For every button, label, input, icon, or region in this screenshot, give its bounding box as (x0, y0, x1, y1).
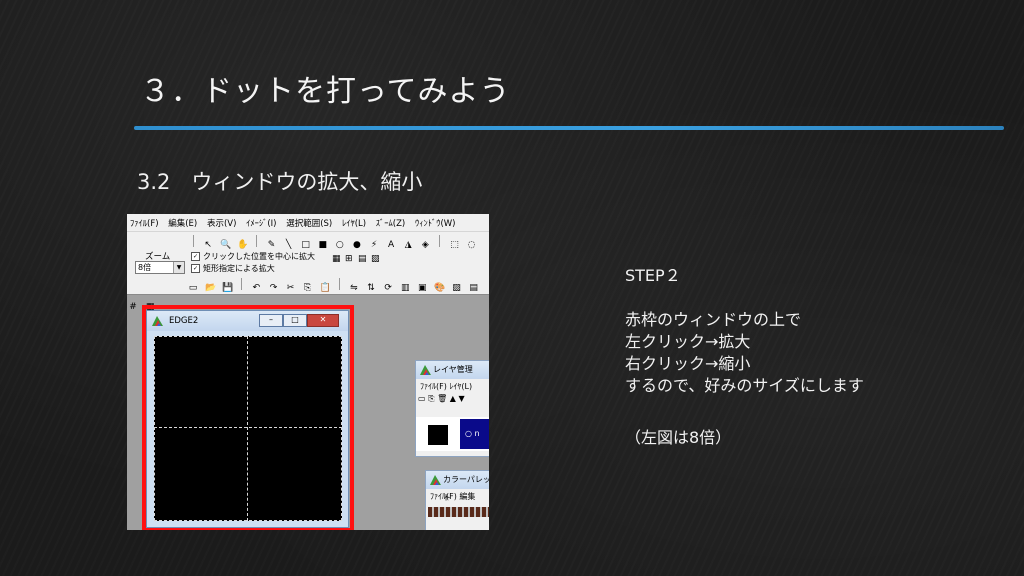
copy-icon[interactable]: ⎘ (303, 283, 313, 294)
check-zoom-center[interactable]: ✓ クリックした位置を中心に拡大 (191, 251, 315, 262)
open-folder-icon[interactable]: 📂 (205, 283, 216, 294)
flip-horizontal-icon[interactable]: ⇋ (349, 283, 359, 294)
palette-menu-edit[interactable]: 編集 (459, 492, 475, 501)
layers-icon[interactable]: ▤ (469, 283, 479, 294)
move-up-icon[interactable]: ▲ (450, 394, 456, 403)
move-down-icon[interactable]: ▼ (458, 394, 464, 403)
zoom-area-icon[interactable]: ▧ (371, 254, 380, 264)
canvas-grid-horizontal (154, 427, 342, 428)
toolbar-separator (439, 235, 441, 247)
slide-subtitle: 3.2 ウィンドウの拡大、縮小 (137, 170, 423, 194)
edge2-titlebar[interactable]: EDGE2 – □ ✕ (147, 311, 348, 331)
cut-icon[interactable]: ✂ (286, 283, 296, 294)
maximize-button[interactable]: □ (283, 314, 307, 327)
checkbox-checked-icon[interactable]: ✓ (191, 264, 200, 273)
redo-icon[interactable]: ↷ (268, 283, 278, 294)
check-zoom-center-label: クリックした位置を中心に拡大 (203, 252, 315, 261)
toolbar-separator (338, 278, 340, 290)
pixel-canvas[interactable] (154, 336, 342, 521)
standard-toolbar: ▭ 📂 💾 ↶ ↷ ✂ ⎘ 📋 ⇋ ⇅ ⟳ ▥ ▣ 🎨 ▨ ▤ # ▦ (127, 275, 489, 312)
canvas-grid-vertical (247, 336, 248, 521)
zoom-stack-icon[interactable]: ▤ (358, 254, 367, 264)
paste-icon[interactable]: 📋 (320, 283, 331, 294)
menu-zoom[interactable]: ｽﾞｰﾑ(Z) (373, 214, 409, 229)
check-zoom-rect-label: 矩形指定による拡大 (203, 264, 275, 273)
edge2-window-title: EDGE2 (169, 316, 199, 326)
new-layer-icon[interactable]: ▭ (418, 394, 426, 403)
copy-layer-icon[interactable]: ⎘ (428, 394, 434, 403)
menu-image[interactable]: ｲﾒｰｼﾞ(I) (243, 214, 280, 229)
new-file-icon[interactable]: ▭ (188, 283, 198, 294)
layer-window[interactable]: レイヤ管理 ﾌｧｲﾙ(F) ﾚｲﾔ(L) ▭ ⎘ 🗑 ▲ ▼ ○ n (415, 360, 489, 457)
zoom-note: （左図は8倍） (625, 428, 732, 447)
description-line: 右クリック→縮小 (625, 354, 751, 373)
grid-toggle-icon[interactable]: # (128, 302, 138, 313)
layer-list-item[interactable]: ○ n (416, 417, 489, 451)
description-line: 左クリック→拡大 (625, 332, 751, 351)
palette-titlebar[interactable]: カラーパレット (426, 471, 489, 502)
layer-toolbar: ▭ ⎘ 🗑 ▲ ▼ (416, 394, 489, 408)
menu-selection[interactable]: 選択範囲(S) (283, 214, 336, 229)
minimize-button[interactable]: – (259, 314, 283, 327)
color-palette-window[interactable]: カラーパレット ﾌｧｲﾙ(F) 編集 (425, 470, 489, 530)
image-icon[interactable]: ▣ (417, 283, 427, 294)
menu-view[interactable]: 表示(V) (204, 214, 240, 229)
edge-app-icon (430, 475, 441, 485)
palette-icon[interactable]: 🎨 (434, 283, 445, 294)
toolbar-separator (193, 235, 194, 247)
edge-app-icon (420, 365, 431, 375)
layer-item-label: ○ n (460, 419, 489, 449)
toolbar-separator (241, 278, 243, 290)
palette-menubar: ﾌｧｲﾙ(F) 編集 (426, 489, 489, 504)
rotate-icon[interactable]: ⟳ (383, 283, 393, 294)
save-icon[interactable]: 💾 (222, 283, 233, 294)
step-label: STEP２ (625, 266, 681, 285)
edge2-screenshot: ﾌｧｲﾙ(F) 編集(E) 表示(V) ｲﾒｰｼﾞ(I) 選択範囲(S) ﾚｲﾔ… (127, 214, 489, 530)
layer-menu-layer[interactable]: ﾚｲﾔ(L) (449, 382, 472, 391)
zoom-fit-icon[interactable]: ⊞ (345, 254, 353, 264)
menu-layer[interactable]: ﾚｲﾔ(L) (339, 214, 370, 229)
description-line: 赤枠のウィンドウの上で (625, 310, 802, 329)
close-button[interactable]: ✕ (307, 314, 339, 327)
chevron-down-icon[interactable]: ▼ (173, 262, 184, 273)
zoom-select[interactable]: 8倍 ▼ (135, 261, 185, 274)
layer-menu-file[interactable]: ﾌｧｲﾙ(F) (420, 382, 447, 391)
step-description: 赤枠のウィンドウの上で 左クリック→拡大 右クリック→縮小 するので、好みのサイ… (625, 309, 864, 397)
edge-app-icon (152, 316, 163, 326)
description-line: するので、好みのサイズにします (625, 376, 864, 395)
checkbox-checked-icon[interactable]: ✓ (191, 252, 200, 261)
menu-window[interactable]: ｳｨﾝﾄﾞｳ(W) (412, 214, 460, 229)
palette-swatches[interactable] (428, 507, 489, 517)
pattern-icon[interactable]: ▥ (400, 283, 410, 294)
layer-menubar: ﾌｧｲﾙ(F) ﾚｲﾔ(L) (416, 379, 489, 394)
title-underline (134, 126, 1004, 130)
app-menubar: ﾌｧｲﾙ(F) 編集(E) 表示(V) ｲﾒｰｼﾞ(I) 選択範囲(S) ﾚｲﾔ… (127, 214, 489, 231)
layer-titlebar[interactable]: レイヤ管理 (416, 361, 489, 379)
menu-edit[interactable]: 編集(E) (165, 214, 201, 229)
drawing-toolbar: ↖ 🔍 ✋ ✎ ╲ □ ■ ○ ● ⚡ A ◮ ◈ ⬚ ◌ ◯ ⬡ (127, 231, 489, 269)
slide-title: ３．ドットを打ってみよう (140, 74, 511, 109)
check-zoom-rect[interactable]: ✓ 矩形指定による拡大 (191, 263, 275, 274)
menu-file[interactable]: ﾌｧｲﾙ(F) (127, 214, 163, 229)
toolbar-separator (256, 235, 258, 247)
layer-thumbnail (428, 425, 448, 445)
delete-layer-icon[interactable]: 🗑 (437, 394, 447, 403)
layer-window-title: レイヤ管理 (433, 365, 473, 374)
undo-icon[interactable]: ↶ (251, 283, 261, 294)
zoom-toolbar: ズーム 8倍 ▼ ✓ クリックした位置を中心に拡大 ✓ 矩形指定による拡大 ▦ ⊞ … (127, 249, 489, 275)
canvas-border (154, 336, 342, 521)
grid-icon[interactable]: ▦ (332, 254, 341, 264)
gradient-icon[interactable]: ▨ (452, 283, 462, 294)
zoom-value: 8倍 (138, 263, 152, 272)
edge2-canvas-window[interactable]: EDGE2 – □ ✕ (146, 310, 349, 528)
flip-vertical-icon[interactable]: ⇅ (366, 283, 376, 294)
